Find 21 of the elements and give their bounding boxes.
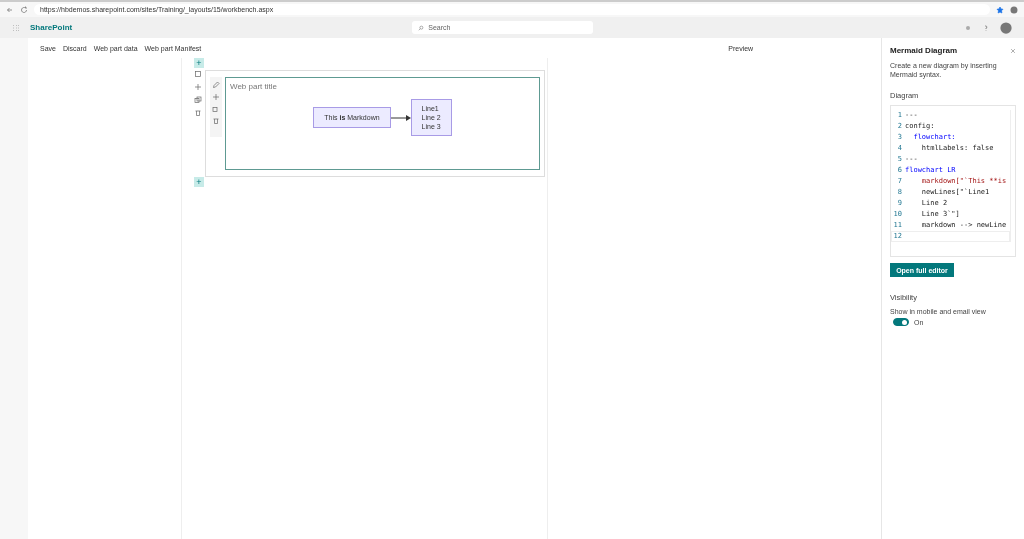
close-icon[interactable] bbox=[1010, 47, 1016, 54]
edit-section-icon[interactable] bbox=[194, 70, 202, 78]
edit-icon[interactable] bbox=[212, 81, 220, 89]
move-icon[interactable] bbox=[212, 93, 220, 101]
move-icon[interactable] bbox=[194, 83, 202, 91]
app-name[interactable]: SharePoint bbox=[30, 23, 73, 32]
panel-title: Mermaid Diagram bbox=[890, 46, 958, 55]
visibility-toggle[interactable] bbox=[893, 318, 909, 326]
settings-icon[interactable] bbox=[964, 23, 972, 32]
back-icon[interactable] bbox=[6, 5, 14, 14]
star-icon[interactable] bbox=[996, 5, 1004, 14]
add-section-button[interactable]: + bbox=[194, 58, 204, 68]
search-icon[interactable] bbox=[418, 24, 425, 31]
web-part-title: Web part title bbox=[230, 82, 278, 91]
profile-icon[interactable] bbox=[1010, 5, 1018, 14]
delete-icon[interactable] bbox=[212, 117, 220, 125]
refresh-icon[interactable] bbox=[20, 5, 28, 14]
add-section-button[interactable]: + bbox=[194, 177, 204, 187]
flow-arrow bbox=[390, 114, 411, 121]
avatar-icon[interactable] bbox=[1000, 21, 1012, 34]
delete-icon[interactable] bbox=[194, 109, 202, 117]
